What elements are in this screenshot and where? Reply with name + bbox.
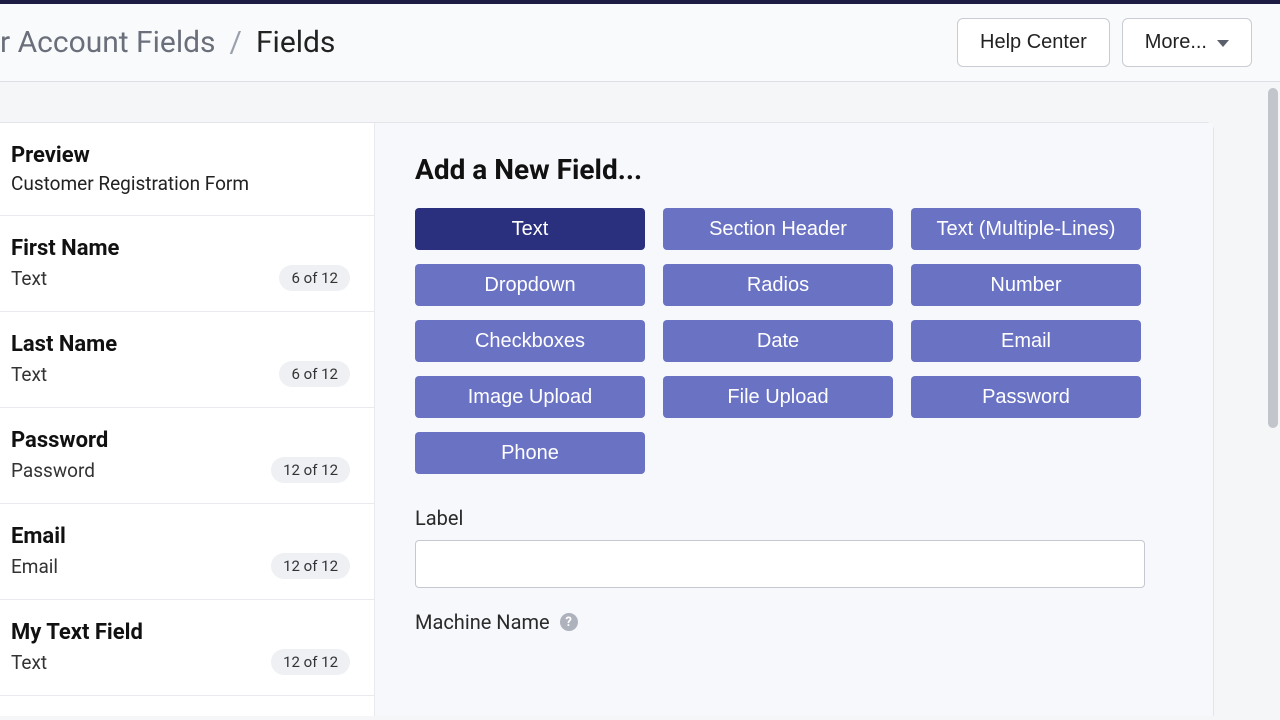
help-center-button[interactable]: Help Center: [957, 18, 1110, 67]
field-list-sidebar: Preview Customer Registration Form First…: [0, 123, 375, 716]
new-field-form: Add a New Field... Text Section Header T…: [375, 123, 1213, 716]
form-heading: Add a New Field...: [415, 153, 1173, 186]
field-title: First Name: [11, 236, 119, 261]
field-type-radios[interactable]: Radios: [663, 264, 893, 306]
field-type: Text: [11, 267, 47, 290]
field-type-image-upload[interactable]: Image Upload: [415, 376, 645, 418]
field-type: Email: [11, 555, 58, 578]
field-title: My Text Field: [11, 620, 143, 645]
breadcrumb-separator: /: [230, 25, 242, 60]
field-count-badge: 6 of 12: [279, 361, 350, 387]
preview-subtitle: Customer Registration Form: [11, 172, 249, 195]
field-type-section-header[interactable]: Section Header: [663, 208, 893, 250]
field-type-password[interactable]: Password: [911, 376, 1141, 418]
field-title: Email: [11, 524, 66, 549]
field-type: Text: [11, 363, 47, 386]
field-type-phone[interactable]: Phone: [415, 432, 645, 474]
field-type-grid: Text Section Header Text (Multiple-Lines…: [415, 208, 1173, 474]
field-type-text-multiline[interactable]: Text (Multiple-Lines): [911, 208, 1141, 250]
machine-name-row: Machine Name ?: [415, 610, 1173, 634]
machine-name-label: Machine Name: [415, 610, 550, 634]
field-type: Password: [11, 459, 95, 482]
sidebar-field-item[interactable]: First Name Text 6 of 12: [0, 216, 374, 312]
help-center-label: Help Center: [980, 31, 1087, 54]
breadcrumb-current: Fields: [256, 25, 335, 60]
content-area: Preview Customer Registration Form First…: [0, 82, 1280, 716]
header-actions: Help Center More...: [957, 18, 1252, 67]
field-type-date[interactable]: Date: [663, 320, 893, 362]
field-type-text[interactable]: Text: [415, 208, 645, 250]
sidebar-field-item[interactable]: Last Name Text 6 of 12: [0, 312, 374, 408]
more-label: More...: [1145, 31, 1207, 54]
label-row: Label: [415, 506, 1173, 588]
scrollbar-thumb[interactable]: [1268, 88, 1278, 428]
label-field-label: Label: [415, 506, 1173, 530]
field-type-number[interactable]: Number: [911, 264, 1141, 306]
field-title: Password: [11, 428, 108, 453]
field-count-badge: 6 of 12: [279, 265, 350, 291]
chevron-down-icon: [1217, 40, 1229, 47]
field-count-badge: 12 of 12: [271, 649, 350, 675]
vertical-scrollbar[interactable]: [1268, 88, 1278, 688]
page-header: r Account Fields / Fields Help Center Mo…: [0, 4, 1280, 82]
breadcrumb: r Account Fields / Fields: [0, 25, 335, 60]
field-type-checkboxes[interactable]: Checkboxes: [415, 320, 645, 362]
sidebar-field-item[interactable]: Password Password 12 of 12: [0, 408, 374, 504]
field-type-email[interactable]: Email: [911, 320, 1141, 362]
main-panel: Preview Customer Registration Form First…: [0, 122, 1214, 716]
field-type-file-upload[interactable]: File Upload: [663, 376, 893, 418]
field-count-badge: 12 of 12: [271, 457, 350, 483]
sidebar-field-item[interactable]: Email Email 12 of 12: [0, 504, 374, 600]
help-icon[interactable]: ?: [560, 613, 578, 631]
field-type: Text: [11, 651, 47, 674]
sidebar-preview-item[interactable]: Preview Customer Registration Form: [0, 123, 374, 216]
field-title: Last Name: [11, 332, 117, 357]
preview-title: Preview: [11, 143, 90, 168]
field-type-dropdown[interactable]: Dropdown: [415, 264, 645, 306]
sidebar-field-item[interactable]: My Text Field Text 12 of 12: [0, 600, 374, 696]
label-input[interactable]: [415, 540, 1145, 588]
breadcrumb-parent[interactable]: r Account Fields: [0, 25, 216, 60]
more-button[interactable]: More...: [1122, 18, 1252, 67]
field-count-badge: 12 of 12: [271, 553, 350, 579]
